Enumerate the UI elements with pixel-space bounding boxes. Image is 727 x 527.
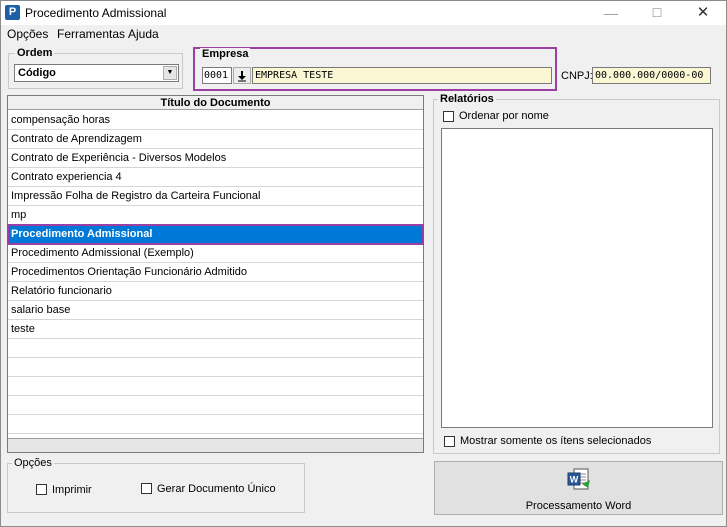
document-list-empty-row[interactable] xyxy=(8,396,423,415)
ordem-label: Ordem xyxy=(15,47,55,59)
processamento-word-button[interactable]: W Processamento Word xyxy=(434,461,723,515)
empresa-lookup-icon[interactable] xyxy=(233,67,251,84)
horizontal-scrollbar[interactable] xyxy=(8,438,423,452)
document-list[interactable]: Título do Documento compensação horas Con… xyxy=(7,95,424,453)
imprimir-label: Imprimir xyxy=(52,484,92,496)
document-list-item[interactable]: Contrato de Aprendizagem xyxy=(8,130,423,149)
document-list-item[interactable]: Contrato experiencia 4 xyxy=(8,168,423,187)
menu-ferramentas[interactable]: Ferramentas xyxy=(57,27,125,41)
document-list-item[interactable]: salario base xyxy=(8,301,423,320)
document-list-item[interactable]: mp xyxy=(8,206,423,225)
relatorios-label: Relatórios xyxy=(438,93,496,105)
menu-opcoes[interactable]: Opções xyxy=(7,27,48,41)
empresa-label: Empresa xyxy=(200,48,251,60)
menu-ajuda[interactable]: Ajuda xyxy=(128,27,159,41)
relatorios-list[interactable] xyxy=(441,128,713,428)
document-list-empty-row[interactable] xyxy=(8,415,423,434)
mostrar-selecionados-label: Mostrar somente os ítens selecionados xyxy=(460,435,652,447)
empresa-name-field: EMPRESA TESTE xyxy=(252,67,552,84)
document-list-header[interactable]: Título do Documento xyxy=(8,96,423,110)
document-list-item[interactable]: Contrato de Experiência - Diversos Model… xyxy=(8,149,423,168)
main-window: P Procedimento Admissional — ☐ ✕ Opções … xyxy=(0,0,727,527)
minimize-button[interactable]: — xyxy=(588,1,634,25)
ordenar-por-nome-checkbox[interactable] xyxy=(443,111,454,122)
document-list-empty-row[interactable] xyxy=(8,377,423,396)
close-button[interactable]: ✕ xyxy=(680,1,726,25)
word-document-icon: W xyxy=(566,467,592,491)
chevron-down-icon[interactable]: ▼ xyxy=(163,66,177,80)
document-list-empty-row[interactable] xyxy=(8,339,423,358)
document-list-item[interactable]: Impressão Folha de Registro da Carteira … xyxy=(8,187,423,206)
maximize-button[interactable]: ☐ xyxy=(634,1,680,25)
ordenar-por-nome-label: Ordenar por nome xyxy=(459,110,549,122)
processamento-word-label: Processamento Word xyxy=(525,500,632,512)
cnpj-label: CNPJ: xyxy=(561,70,593,82)
document-list-empty-row[interactable] xyxy=(8,358,423,377)
mostrar-selecionados-checkbox[interactable] xyxy=(444,436,455,447)
cnpj-field: 00.000.000/0000-00 xyxy=(592,67,711,84)
opcoes-label: Opções xyxy=(12,457,54,469)
document-list-item[interactable]: Procedimento Admissional (Exemplo) xyxy=(8,244,423,263)
document-list-item[interactable]: Procedimentos Orientação Funcionário Adm… xyxy=(8,263,423,282)
ordem-selected-value: Código xyxy=(18,67,56,79)
document-list-item[interactable]: Procedimento Admissional xyxy=(7,224,424,245)
gerar-documento-unico-checkbox[interactable] xyxy=(141,483,152,494)
document-list-item[interactable]: teste xyxy=(8,320,423,339)
svg-text:W: W xyxy=(570,475,579,485)
title-bar: P Procedimento Admissional — ☐ ✕ xyxy=(1,1,726,25)
menu-bar: Opções Ferramentas Ajuda xyxy=(1,25,726,44)
document-list-item[interactable]: Relatório funcionario xyxy=(8,282,423,301)
window-title: Procedimento Admissional xyxy=(25,6,167,20)
gerar-documento-unico-label: Gerar Documento Único xyxy=(157,483,276,495)
empresa-code-field[interactable]: 0001 xyxy=(202,67,232,84)
imprimir-checkbox[interactable] xyxy=(36,484,47,495)
app-icon: P xyxy=(5,5,20,20)
document-list-item[interactable]: compensação horas xyxy=(8,111,423,130)
ordem-select[interactable]: Código ▼ xyxy=(14,64,179,82)
